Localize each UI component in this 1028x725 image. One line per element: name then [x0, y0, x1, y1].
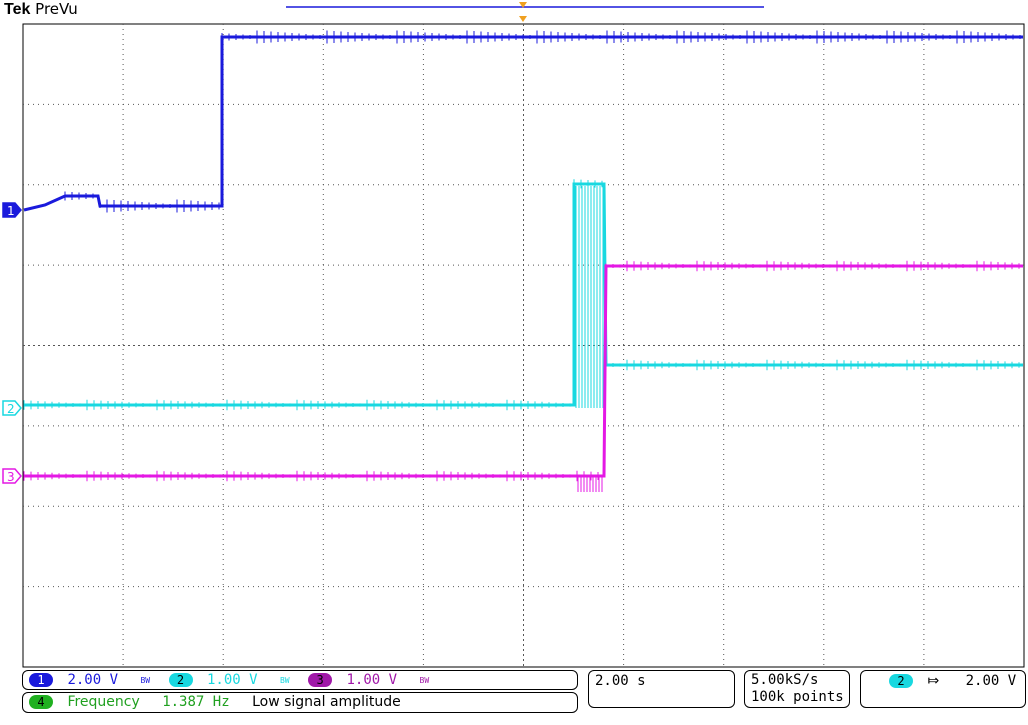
- waveform-display: 1 2 3: [2, 2, 1025, 668]
- sample-rate: 5.00kS/s: [751, 672, 819, 688]
- falling-edge-icon: ⤇: [927, 673, 940, 689]
- trigger-level: 2.00 V: [965, 673, 1017, 689]
- channel-markers: 1 2 3: [2, 202, 22, 484]
- marker-label: 1: [7, 204, 15, 218]
- ch2-bandwidth-limit-icon: BW: [279, 675, 290, 685]
- ch1-ground-marker: 1: [2, 202, 22, 218]
- acquisition-readout[interactable]: 5.00kS/s 100k points: [744, 670, 850, 708]
- ch2-ground-marker: 2: [2, 400, 22, 416]
- measurement-source-badge[interactable]: 4: [29, 695, 53, 709]
- ch1-badge[interactable]: 1: [29, 673, 53, 687]
- ch1-scale[interactable]: 2.00 V: [67, 672, 118, 688]
- trigger-readout[interactable]: 2 ⤇ 2.00 V: [860, 670, 1026, 708]
- marker-label: 3: [7, 470, 15, 484]
- ch3-bandwidth-limit-icon: BW: [419, 675, 430, 685]
- measurement-warning: Low signal amplitude: [252, 694, 401, 710]
- record-length: 100k points: [751, 689, 844, 705]
- channel-readout-panel: 1 2.00 V BW 2 1.00 V BW 3 1.00 V BW: [22, 670, 578, 690]
- measurement-value: 1.387 Hz: [162, 694, 230, 710]
- ch3-badge[interactable]: 3: [308, 673, 333, 687]
- ch2-badge[interactable]: 2: [168, 673, 193, 687]
- timebase-readout[interactable]: 2.00 s: [588, 670, 735, 708]
- ch3-ground-marker: 3: [2, 468, 22, 484]
- ch1-bandwidth-limit-icon: BW: [140, 675, 151, 685]
- ch2-scale[interactable]: 1.00 V: [207, 672, 258, 688]
- trigger-time-marker: [519, 16, 527, 22]
- graticule: [23, 24, 1024, 667]
- oscilloscope-screen: Tek PreVu 123 1 2.00 V BW 2 1.00 V BW 3 …: [0, 0, 1028, 725]
- trigger-source-badge: 2: [889, 674, 913, 688]
- measurement-name: Frequency: [67, 694, 140, 710]
- measurement-panel: 4 Frequency 1.387 Hz Low signal amplitud…: [22, 692, 578, 713]
- ch3-scale[interactable]: 1.00 V: [347, 672, 398, 688]
- timebase-scale: 2.00 s: [595, 673, 646, 689]
- marker-label: 2: [7, 402, 15, 416]
